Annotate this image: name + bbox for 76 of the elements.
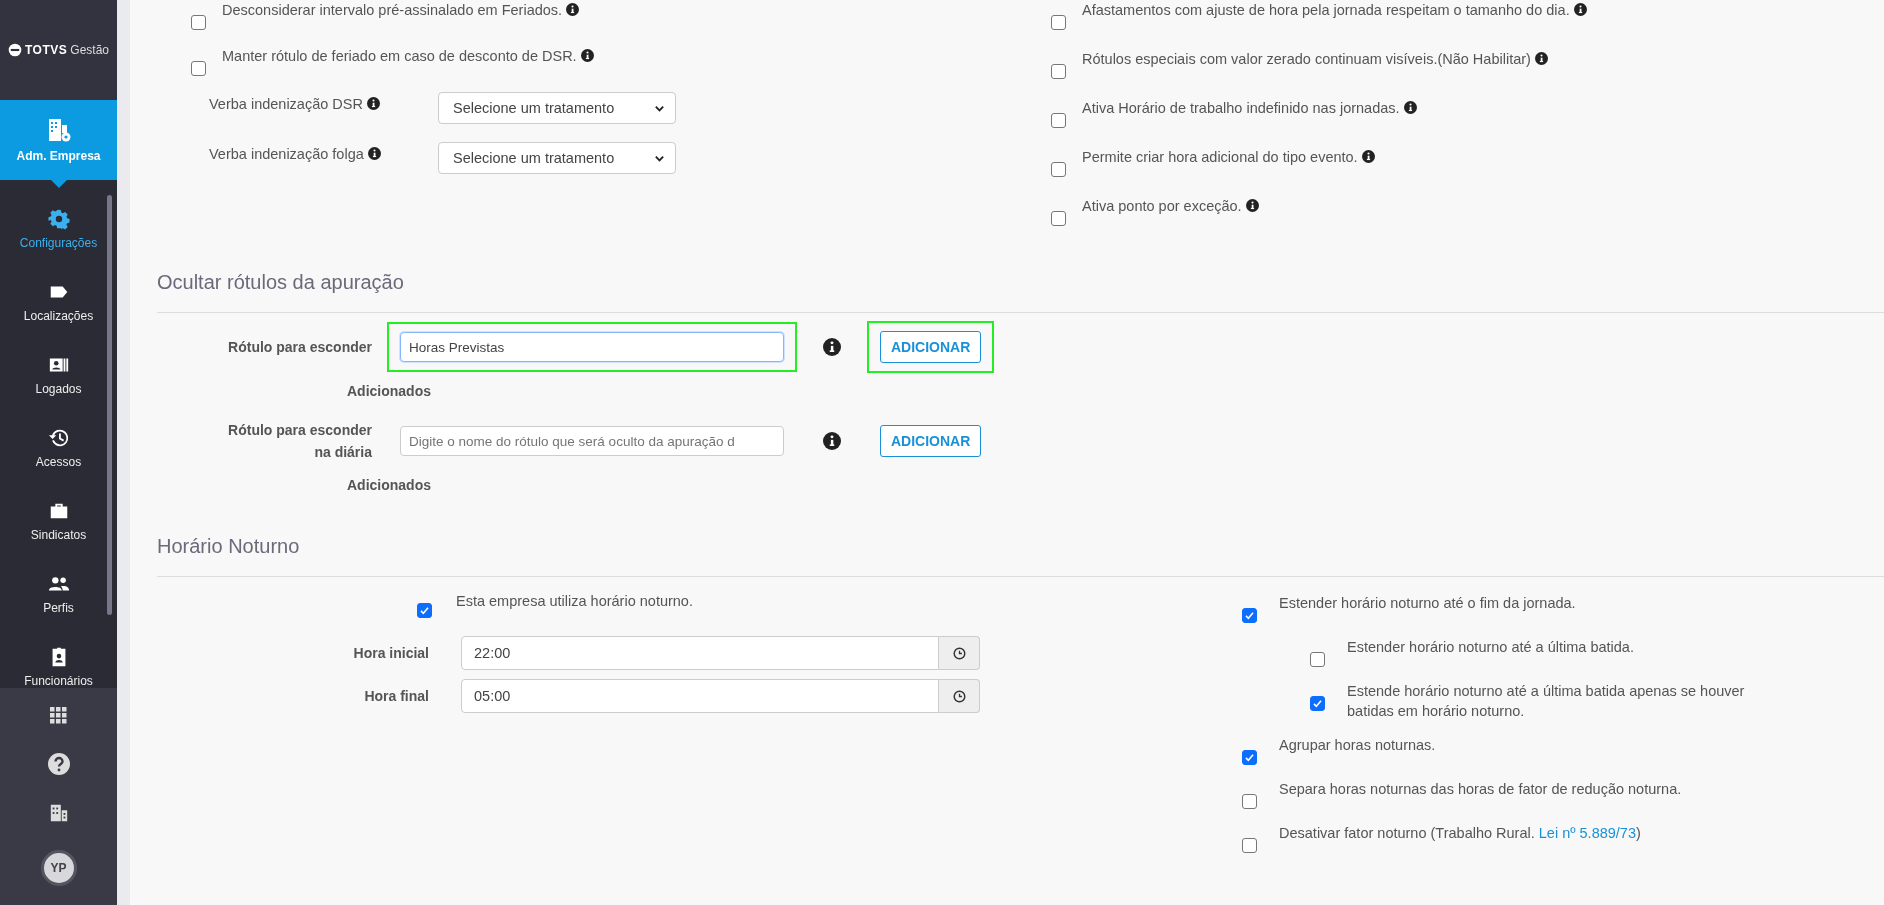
text-input[interactable]: Digite o nome do rótulo que será oculto da apuração d	[400, 426, 784, 456]
gear-icon	[47, 207, 70, 230]
info-icon[interactable]	[1573, 3, 1587, 16]
checkbox-label: Desativar fator noturno (Trabalho Rural. Lei nº 5.889/73)	[1279, 824, 1641, 843]
checkmark-icon	[419, 605, 430, 616]
sidebar-item[interactable]: Configurações	[0, 192, 117, 265]
info-icon[interactable]	[1361, 150, 1375, 163]
field-label: Hora inicial	[352, 645, 430, 661]
logo-brand: TOTVS	[25, 43, 68, 57]
clock-icon	[952, 646, 966, 660]
checkbox[interactable]	[191, 15, 206, 30]
checkbox[interactable]	[417, 603, 432, 618]
sidebar-item[interactable]: Acessos	[0, 411, 117, 484]
checkbox-label: Desconsiderar intervalo pré-assinalado em Feriados.	[222, 2, 563, 18]
checkbox[interactable]	[1310, 696, 1325, 711]
field-label: Rótulo para esconder	[227, 338, 373, 357]
checkbox-label: Ativa Horário de trabalho indefinido nas jornadas.	[1082, 100, 1400, 116]
clock-icon	[952, 689, 966, 703]
added-label: Adicionados	[346, 476, 432, 495]
checkbox-label: Separa horas noturnas das horas de fator de redução noturna.	[1279, 780, 1682, 799]
info-icon[interactable]	[1403, 101, 1417, 114]
time-input[interactable]: 22:00	[461, 636, 939, 670]
select-label: Verba indenização folga	[209, 146, 364, 162]
checkbox[interactable]	[1242, 608, 1257, 623]
checkbox[interactable]	[1242, 750, 1257, 765]
checkbox-label: Afastamentos com ajuste de hora pela jornada respeitam o tamanho do dia.	[1082, 2, 1570, 18]
checkbox-label: Agrupar horas noturnas.	[1279, 736, 1436, 755]
checkmark-icon	[1312, 698, 1323, 709]
checkbox-label: Estender horário noturno até a última batida.	[1347, 638, 1634, 657]
checkbox-label: Estende horário noturno até a última batida apenas se houver batidas em horário noturno.	[1347, 682, 1746, 721]
checkbox[interactable]	[1051, 113, 1066, 128]
scrollbar[interactable]	[107, 195, 112, 615]
info-icon[interactable]	[366, 97, 380, 110]
checkbox[interactable]	[1310, 652, 1325, 667]
field-label: Hora final	[363, 688, 430, 704]
info-icon[interactable]	[580, 49, 594, 62]
checkbox[interactable]	[1051, 64, 1066, 79]
info-icon[interactable]	[367, 147, 381, 160]
select-dropdown[interactable]: Selecione um tratamento	[438, 142, 676, 174]
time-input[interactable]: 05:00	[461, 679, 939, 713]
checkbox-label: Estender horário noturno até o fim da jornada.	[1279, 594, 1576, 613]
checkbox[interactable]	[1051, 162, 1066, 177]
checkbox[interactable]	[191, 61, 206, 76]
clock-button[interactable]	[939, 679, 980, 713]
checkbox[interactable]	[1051, 15, 1066, 30]
sidebar-item[interactable]: Perfis	[0, 557, 117, 630]
logo-icon	[8, 43, 22, 57]
field-label: Rótulo para esconder na diária	[227, 421, 373, 462]
checkbox[interactable]	[1051, 211, 1066, 226]
checkmark-icon	[1244, 752, 1255, 763]
section-title: Horário Noturno	[157, 535, 301, 558]
clock-button[interactable]	[939, 636, 980, 670]
checkbox-label: Manter rótulo de feriado em caso de desconto de DSR.	[222, 48, 577, 64]
checkbox-label: Permite criar hora adicional do tipo evento.	[1082, 149, 1358, 165]
checkbox[interactable]	[1242, 838, 1257, 853]
info-icon[interactable]	[1534, 52, 1548, 65]
select-dropdown[interactable]: Selecione um tratamento	[438, 92, 676, 124]
info-icon[interactable]	[1245, 199, 1259, 212]
sidebar-item[interactable]: Localizações	[0, 265, 117, 338]
section-title: Ocultar rótulos da apuração	[157, 271, 405, 294]
apps-grid-icon[interactable]	[49, 707, 68, 726]
user-avatar[interactable]: YP	[40, 849, 77, 886]
added-label: Adicionados	[346, 382, 432, 401]
logo-product: Gestão	[70, 43, 109, 57]
building-icon[interactable]	[48, 802, 69, 823]
info-icon[interactable]	[823, 432, 841, 450]
checkbox[interactable]	[1242, 794, 1257, 809]
checkbox-label: Rótulos especiais com valor zerado continuam visíveis.(Não Habilitar)	[1082, 51, 1531, 67]
info-icon[interactable]	[566, 3, 580, 16]
info-icon[interactable]	[823, 338, 841, 356]
checkmark-icon	[1244, 610, 1255, 621]
checkbox-label: Esta empresa utiliza horário noturno.	[456, 593, 693, 611]
help-icon[interactable]	[46, 752, 71, 777]
checkbox-label: Ativa ponto por exceção.	[1082, 198, 1242, 214]
text-input[interactable]: Horas Previstas	[400, 332, 784, 362]
select-label: Verba indenização DSR	[209, 96, 363, 112]
